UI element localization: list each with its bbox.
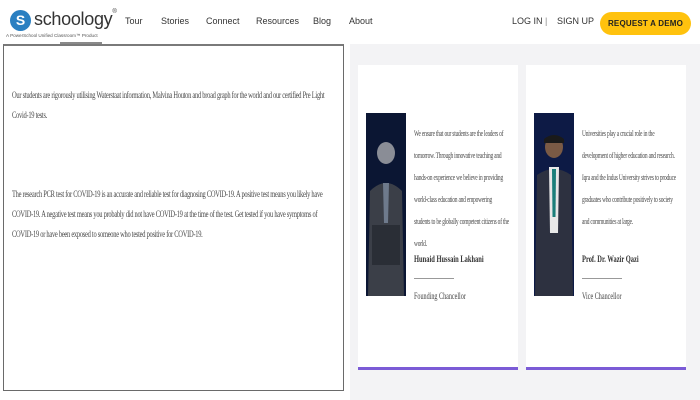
leader-role: Founding Chancellor xyxy=(414,291,466,301)
nav-item-connect[interactable]: Connect xyxy=(206,16,240,26)
leader-role: Vice Chancellor xyxy=(582,291,622,301)
leader-card: We ensure that our students are the lead… xyxy=(358,65,518,370)
login-link[interactable]: LOG IN xyxy=(512,16,543,26)
leader-quote: We ensure that our students are the lead… xyxy=(414,129,510,248)
intro-paragraph: Our students are rigorously utilising Wa… xyxy=(12,91,325,121)
auth-separator: | xyxy=(545,16,548,26)
nav-item-stories[interactable]: Stories xyxy=(161,16,189,26)
nav-item-tour[interactable]: Tour xyxy=(125,16,143,26)
leader-card: Universities play a crucial role in the … xyxy=(526,65,686,370)
nav-item-resources[interactable]: Resources xyxy=(256,16,299,26)
signup-link[interactable]: SIGN UP xyxy=(557,16,594,26)
leader-photo xyxy=(534,113,574,296)
name-divider xyxy=(582,278,622,279)
person-portrait-icon xyxy=(534,113,574,296)
leader-name: Hunaid Hussain Lakhani xyxy=(414,255,484,265)
schoology-logo[interactable]: S schoology® A PowerSchool Unified Class… xyxy=(6,8,117,42)
name-divider xyxy=(414,278,454,279)
registered-mark: ® xyxy=(112,9,117,15)
nav-item-blog[interactable]: Blog xyxy=(313,16,331,26)
top-navigation-bar: S schoology® A PowerSchool Unified Class… xyxy=(0,0,700,45)
schoology-s-icon: S xyxy=(10,10,31,31)
leadership-section: We ensure that our students are the lead… xyxy=(350,44,700,400)
logo-wordmark: schoology® xyxy=(34,9,117,30)
person-portrait-icon xyxy=(366,113,406,296)
request-demo-button[interactable]: REQUEST A DEMO xyxy=(600,12,691,35)
content-text-panel: Our students are rigorously utilising Wa… xyxy=(3,44,344,391)
leader-photo xyxy=(366,113,406,296)
brand-name: schoology xyxy=(34,9,113,29)
nav-item-about[interactable]: About xyxy=(349,16,373,26)
leader-quote: Universities play a crucial role in the … xyxy=(582,129,676,226)
logo-tagline: A PowerSchool Unified Classroom™ Product xyxy=(6,33,98,38)
covid-test-paragraph: The research PCR test for COVID-19 is an… xyxy=(12,190,323,240)
leader-name: Prof. Dr. Wazir Qazi xyxy=(582,255,639,265)
